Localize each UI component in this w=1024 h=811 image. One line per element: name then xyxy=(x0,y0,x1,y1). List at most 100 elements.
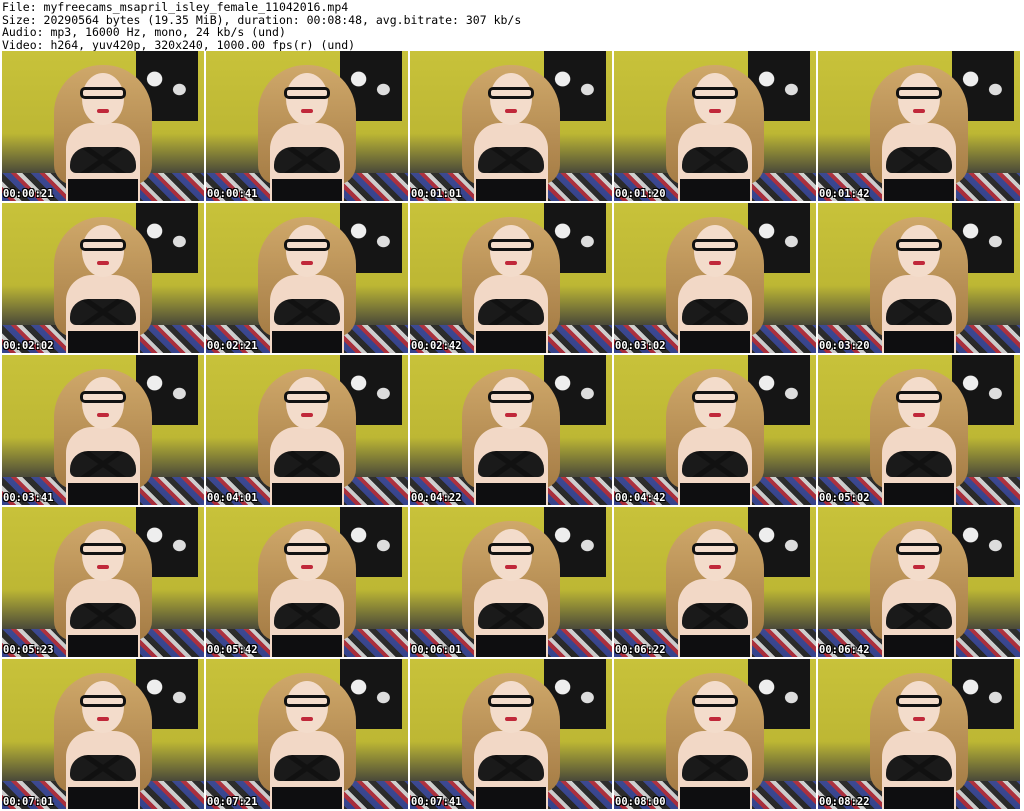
file-info-header: File: myfreecams_msapril_isley_female_11… xyxy=(2,1,521,51)
video-thumbnail: 00:04:42 xyxy=(614,355,816,505)
glasses-icon xyxy=(284,695,330,707)
video-thumbnail: 00:03:02 xyxy=(614,203,816,353)
video-thumbnail: 00:02:21 xyxy=(206,203,408,353)
glasses-icon xyxy=(692,87,738,99)
person-figure xyxy=(456,367,566,505)
person-figure xyxy=(864,671,974,809)
person-figure xyxy=(48,63,158,201)
glasses-icon xyxy=(692,543,738,555)
thumbnail-timestamp: 00:07:01 xyxy=(3,796,54,808)
video-thumbnail: 00:04:01 xyxy=(206,355,408,505)
person-figure xyxy=(456,671,566,809)
thumbnail-timestamp: 00:02:21 xyxy=(207,340,258,352)
person-figure xyxy=(252,519,362,657)
glasses-icon xyxy=(80,543,126,555)
thumbnail-timestamp: 00:01:42 xyxy=(819,188,870,200)
audio-info-line: Audio: mp3, 16000 Hz, mono, 24 kb/s (und… xyxy=(2,25,286,39)
thumbnail-timestamp: 00:06:42 xyxy=(819,644,870,656)
thumbnail-timestamp: 00:00:41 xyxy=(207,188,258,200)
person-figure xyxy=(864,367,974,505)
video-thumbnail: 00:01:42 xyxy=(818,51,1020,201)
thumbnail-timestamp: 00:04:22 xyxy=(411,492,462,504)
person-figure xyxy=(252,215,362,353)
glasses-icon xyxy=(80,239,126,251)
person-figure xyxy=(48,367,158,505)
glasses-icon xyxy=(488,695,534,707)
video-thumbnail: 00:06:42 xyxy=(818,507,1020,657)
video-thumbnail: 00:05:42 xyxy=(206,507,408,657)
video-thumbnail: 00:02:42 xyxy=(410,203,612,353)
glasses-icon xyxy=(896,87,942,99)
video-thumbnail: 00:07:01 xyxy=(2,659,204,809)
video-thumbnail: 00:01:20 xyxy=(614,51,816,201)
glasses-icon xyxy=(284,543,330,555)
video-thumbnail: 00:00:41 xyxy=(206,51,408,201)
person-figure xyxy=(456,519,566,657)
person-figure xyxy=(252,367,362,505)
thumbnail-timestamp: 00:05:42 xyxy=(207,644,258,656)
video-thumbnail: 00:05:23 xyxy=(2,507,204,657)
person-figure xyxy=(48,519,158,657)
video-thumbnail: 00:00:21 xyxy=(2,51,204,201)
person-figure xyxy=(864,215,974,353)
thumbnail-timestamp: 00:03:20 xyxy=(819,340,870,352)
video-thumbnail: 00:07:21 xyxy=(206,659,408,809)
glasses-icon xyxy=(488,391,534,403)
thumbnail-timestamp: 00:07:41 xyxy=(411,796,462,808)
thumbnail-timestamp: 00:01:20 xyxy=(615,188,666,200)
thumbnail-timestamp: 00:01:01 xyxy=(411,188,462,200)
person-figure xyxy=(456,63,566,201)
thumbnail-grid: 00:00:21 00:00:41 00:01:01 00:01:20 00:01:42… xyxy=(2,51,1020,809)
glasses-icon xyxy=(692,695,738,707)
file-name-line: File: myfreecams_msapril_isley_female_11… xyxy=(2,0,349,14)
person-figure xyxy=(456,215,566,353)
person-figure xyxy=(252,63,362,201)
person-figure xyxy=(48,215,158,353)
video-info-line: Video: h264, yuv420p, 320x240, 1000.00 f… xyxy=(2,37,356,52)
thumbnail-timestamp: 00:07:21 xyxy=(207,796,258,808)
thumbnail-timestamp: 00:06:22 xyxy=(615,644,666,656)
person-figure xyxy=(660,671,770,809)
video-thumbnail: 00:08:22 xyxy=(818,659,1020,809)
thumbnail-timestamp: 00:03:02 xyxy=(615,340,666,352)
person-figure xyxy=(660,519,770,657)
video-thumbnail: 00:08:00 xyxy=(614,659,816,809)
thumbnail-timestamp: 00:05:02 xyxy=(819,492,870,504)
glasses-icon xyxy=(896,695,942,707)
thumbnail-timestamp: 00:08:22 xyxy=(819,796,870,808)
thumbnail-timestamp: 00:04:42 xyxy=(615,492,666,504)
person-figure xyxy=(48,671,158,809)
video-thumbnail: 00:05:02 xyxy=(818,355,1020,505)
video-thumbnail: 00:07:41 xyxy=(410,659,612,809)
glasses-icon xyxy=(284,239,330,251)
thumbnail-timestamp: 00:04:01 xyxy=(207,492,258,504)
glasses-icon xyxy=(488,239,534,251)
thumbnail-timestamp: 00:00:21 xyxy=(3,188,54,200)
person-figure xyxy=(864,63,974,201)
person-figure xyxy=(660,63,770,201)
video-thumbnail: 00:06:22 xyxy=(614,507,816,657)
video-thumbnail: 00:03:41 xyxy=(2,355,204,505)
glasses-icon xyxy=(488,87,534,99)
glasses-icon xyxy=(80,391,126,403)
glasses-icon xyxy=(692,391,738,403)
thumbnail-timestamp: 00:02:02 xyxy=(3,340,54,352)
glasses-icon xyxy=(896,391,942,403)
person-figure xyxy=(864,519,974,657)
thumbnail-timestamp: 00:05:23 xyxy=(3,644,54,656)
thumbnail-timestamp: 00:02:42 xyxy=(411,340,462,352)
glasses-icon xyxy=(80,87,126,99)
person-figure xyxy=(660,215,770,353)
thumbnail-timestamp: 00:08:00 xyxy=(615,796,666,808)
thumbnail-timestamp: 00:06:01 xyxy=(411,644,462,656)
glasses-icon xyxy=(284,87,330,99)
glasses-icon xyxy=(896,543,942,555)
glasses-icon xyxy=(896,239,942,251)
video-thumbnail: 00:06:01 xyxy=(410,507,612,657)
glasses-icon xyxy=(80,695,126,707)
video-thumbnail: 00:02:02 xyxy=(2,203,204,353)
glasses-icon xyxy=(692,239,738,251)
person-figure xyxy=(660,367,770,505)
glasses-icon xyxy=(488,543,534,555)
thumbnail-timestamp: 00:03:41 xyxy=(3,492,54,504)
